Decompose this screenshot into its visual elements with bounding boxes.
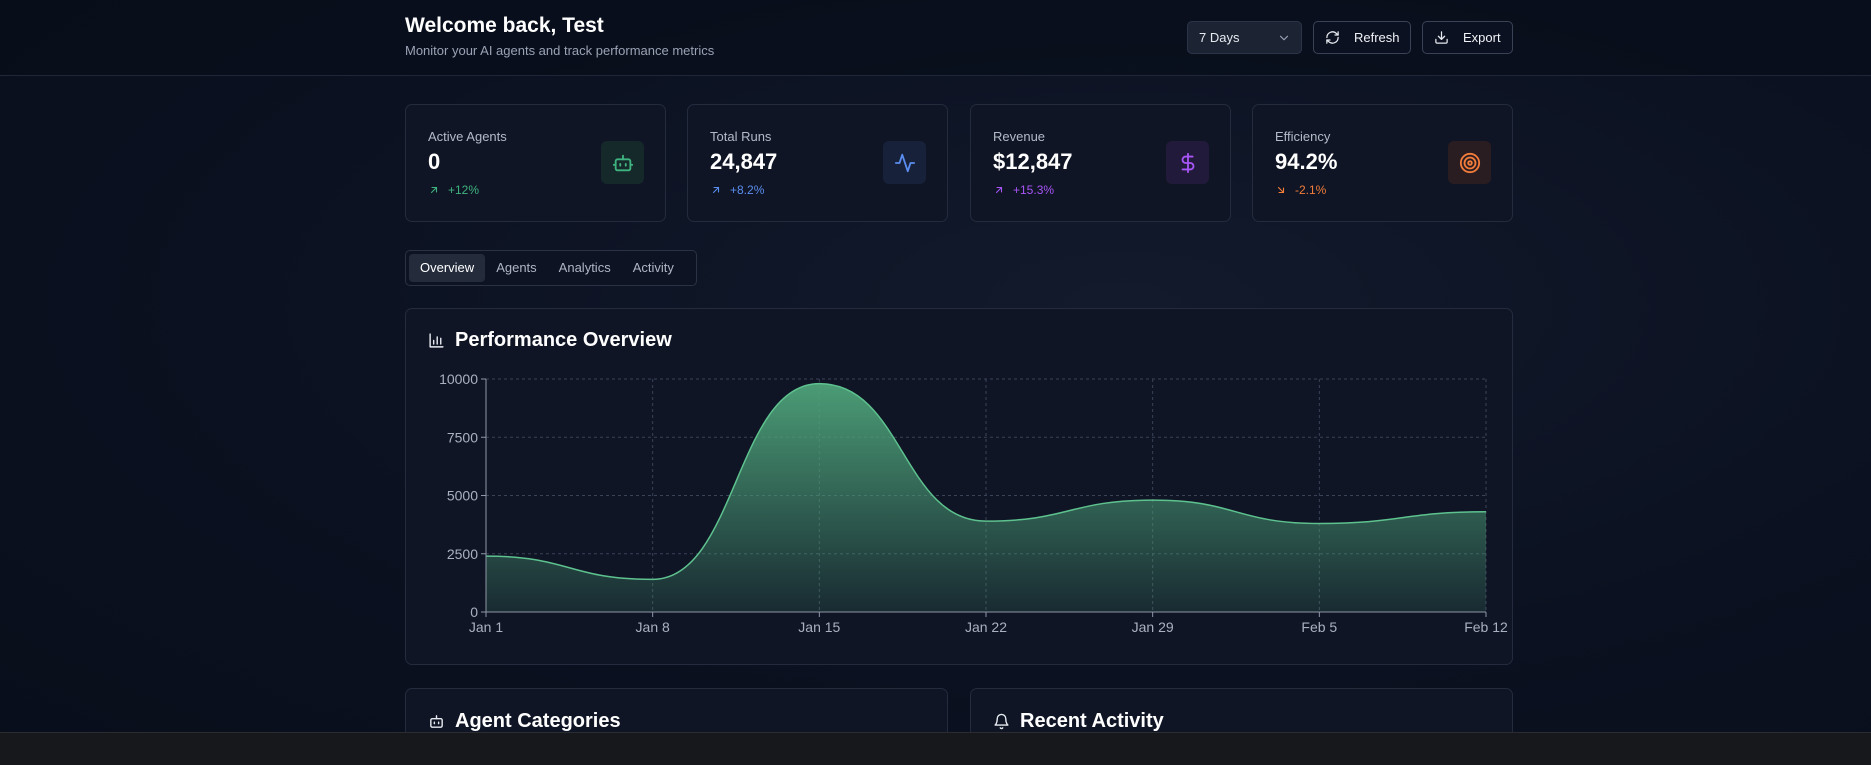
bottom-bar bbox=[0, 732, 1871, 765]
bell-icon bbox=[994, 713, 1009, 730]
x-tick-label: Feb 12 bbox=[1464, 619, 1508, 635]
performance-panel: Performance Overview 0 2500 5000 7500 10000 J… bbox=[405, 308, 1513, 665]
tab-activity[interactable]: Activity bbox=[622, 254, 685, 282]
welcome-title: Welcome back, Test bbox=[405, 14, 604, 37]
arrow-down-right-icon bbox=[1277, 186, 1285, 194]
download-icon bbox=[1435, 31, 1448, 44]
export-button[interactable]: Export bbox=[1422, 21, 1513, 54]
welcome-subtitle: Monitor your AI agents and track perform… bbox=[405, 43, 715, 58]
stat-icon-box bbox=[1166, 141, 1209, 184]
y-tick-label: 5000 bbox=[447, 488, 478, 504]
y-tick-label: 7500 bbox=[447, 429, 478, 445]
arrow-up-right-icon bbox=[995, 186, 1003, 194]
x-tick-label: Jan 29 bbox=[1132, 619, 1174, 635]
stat-delta: +12% bbox=[428, 183, 479, 197]
stat-label: Revenue bbox=[993, 129, 1046, 144]
arrow-up-right-icon bbox=[712, 186, 720, 194]
arrow-up-right-icon bbox=[430, 186, 438, 194]
export-label: Export bbox=[1463, 30, 1501, 45]
stat-value: 0 bbox=[428, 149, 441, 174]
bot-icon bbox=[430, 715, 443, 728]
y-tick-label: 2500 bbox=[447, 546, 478, 562]
activity-icon bbox=[894, 153, 915, 172]
tab-overview[interactable]: Overview bbox=[409, 254, 486, 282]
y-tick-label: 10000 bbox=[439, 371, 478, 387]
stat-icon-box bbox=[1448, 141, 1491, 184]
stat-delta: +8.2% bbox=[710, 183, 764, 197]
stat-label: Total Runs bbox=[710, 129, 772, 144]
recent-activity-title: Recent Activity bbox=[993, 710, 1164, 733]
stat-card-active-agents: Active Agents 0 +12% bbox=[405, 104, 666, 222]
y-tick-label: 0 bbox=[470, 604, 478, 620]
stat-icon-box bbox=[601, 141, 644, 184]
stat-value: 24,847 bbox=[710, 149, 778, 174]
x-tick-label: Jan 8 bbox=[636, 619, 670, 635]
top-header: Welcome back, Test Monitor your AI agent… bbox=[0, 0, 1871, 76]
refresh-button[interactable]: Refresh bbox=[1313, 21, 1411, 54]
stat-value: 94.2% bbox=[1275, 149, 1338, 174]
tab-analytics[interactable]: Analytics bbox=[548, 254, 622, 282]
stat-label: Active Agents bbox=[428, 129, 507, 144]
dollar-icon bbox=[1181, 152, 1194, 173]
stat-icon-box bbox=[883, 141, 926, 184]
stat-value: $12,847 bbox=[993, 149, 1073, 174]
time-range-value: 7 Days bbox=[1199, 30, 1240, 45]
refresh-label: Refresh bbox=[1354, 30, 1400, 45]
x-tick-label: Jan 1 bbox=[469, 619, 503, 635]
refresh-icon bbox=[1326, 31, 1339, 44]
tab-agents[interactable]: Agents bbox=[485, 254, 547, 282]
time-range-select[interactable]: 7 Days bbox=[1187, 21, 1302, 54]
target-icon bbox=[1459, 152, 1480, 173]
stat-label: Efficiency bbox=[1275, 129, 1331, 144]
stat-card-revenue: Revenue $12,847 +15.3% bbox=[970, 104, 1231, 222]
stat-delta: +15.3% bbox=[993, 183, 1054, 197]
chevron-down-icon bbox=[1279, 35, 1289, 41]
performance-chart: 0 2500 5000 7500 10000 Jan 1 Jan 8 Jan 15 Jan 22… bbox=[439, 371, 1508, 635]
bot-icon bbox=[612, 154, 633, 171]
stat-delta: -2.1% bbox=[1275, 183, 1326, 197]
agent-categories-title: Agent Categories bbox=[428, 710, 621, 733]
stat-card-efficiency: Efficiency 94.2% -2.1% bbox=[1252, 104, 1513, 222]
x-tick-label: Feb 5 bbox=[1301, 619, 1337, 635]
stat-card-total-runs: Total Runs 24,847 +8.2% bbox=[687, 104, 948, 222]
x-tick-label: Jan 22 bbox=[965, 619, 1007, 635]
x-tick-label: Jan 15 bbox=[798, 619, 840, 635]
tab-bar: Overview Agents Analytics Activity bbox=[405, 250, 697, 286]
